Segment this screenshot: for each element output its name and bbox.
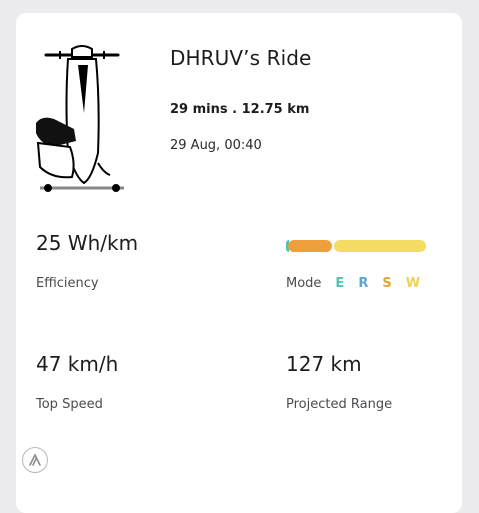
ride-summary-card: DHRUV’s Ride 29 mins . 12.75 km 29 Aug, … <box>16 13 462 513</box>
mode-usage-bar <box>286 240 428 252</box>
ride-duration-distance: 29 mins . 12.75 km <box>170 102 310 117</box>
mode-letter-w: W <box>405 276 421 291</box>
efficiency-value: 25 Wh/km <box>36 231 139 255</box>
ride-datetime: 29 Aug, 00:40 <box>170 138 262 153</box>
top-speed-label: Top Speed <box>36 397 103 412</box>
mode-bar-segment-s <box>287 240 332 252</box>
scooter-illustration <box>36 45 124 192</box>
mode-letter-s: S <box>382 276 392 291</box>
ather-logo-icon[interactable] <box>22 447 48 473</box>
projected-range-label: Projected Range <box>286 397 393 412</box>
mode-legend: Mode E R S W <box>286 276 434 291</box>
efficiency-label: Efficiency <box>36 276 99 291</box>
ride-title: DHRUV’s Ride <box>170 46 312 70</box>
mode-letter-e: E <box>335 276 345 291</box>
projected-range-value: 127 km <box>286 352 362 376</box>
mode-bar-segment-w <box>333 240 426 252</box>
top-speed-value: 47 km/h <box>36 352 119 376</box>
mode-label: Mode <box>286 276 322 291</box>
mode-letter-r: R <box>358 276 369 291</box>
